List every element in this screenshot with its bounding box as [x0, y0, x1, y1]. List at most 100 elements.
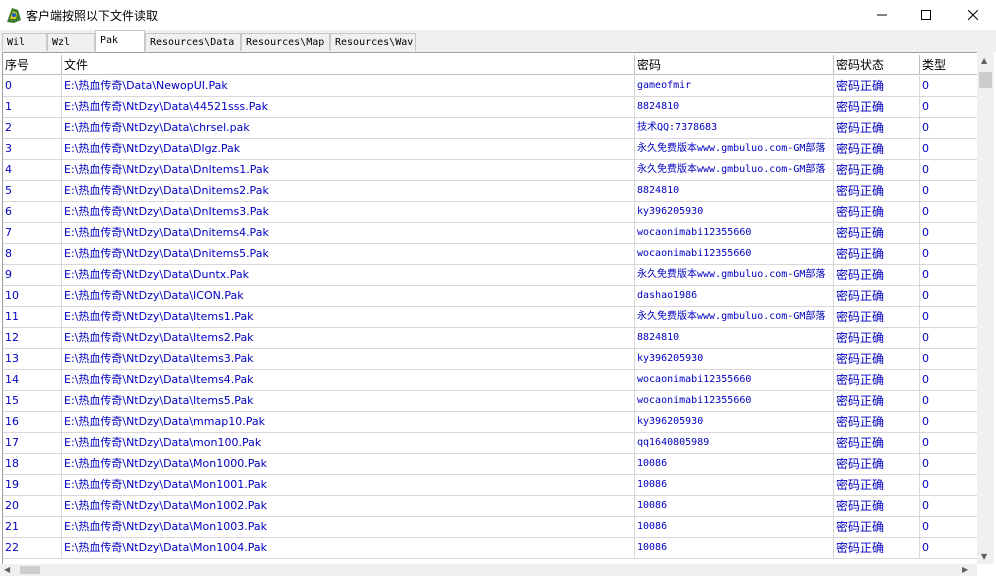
- cell-type: 0: [920, 76, 978, 97]
- cell-file: E:\热血传奇\NtDzy\Data\Items4.Pak: [62, 370, 635, 391]
- cell-index: 9: [3, 265, 62, 286]
- cell-index: 14: [3, 370, 62, 391]
- column-header-status[interactable]: 密码状态: [834, 55, 920, 75]
- column-header-file[interactable]: 文件: [62, 55, 635, 75]
- table-row[interactable]: 16 E:\热血传奇\NtDzy\Data\mmap10.Pak ky3962059…: [3, 412, 978, 433]
- cell-password: 技术QQ:7378683: [635, 118, 834, 139]
- cell-password: 永久免费版本www.gmbuluo.com-GM部落: [635, 139, 834, 160]
- scroll-up-icon[interactable]: ▲: [981, 56, 987, 65]
- minimize-button[interactable]: [859, 0, 905, 30]
- table-row[interactable]: 20 E:\热血传奇\NtDzy\Data\Mon1002.Pak 10086 密码正…: [3, 496, 978, 517]
- cell-status: 密码正确: [834, 76, 920, 97]
- table-row[interactable]: 12 E:\热血传奇\NtDzy\Data\Items2.Pak 8824810 密码…: [3, 328, 978, 349]
- table-row[interactable]: 13 E:\热血传奇\NtDzy\Data\Items3.Pak ky3962059…: [3, 349, 978, 370]
- cell-type: 0: [920, 412, 978, 433]
- title-bar: 客户端按照以下文件读取: [0, 0, 996, 30]
- cell-index: 0: [3, 76, 62, 97]
- cell-file: E:\热血传奇\NtDzy\Data\Dnitems4.Pak: [62, 223, 635, 244]
- table-row[interactable]: 2 E:\热血传奇\NtDzy\Data\chrsel.pak 技术QQ:73786…: [3, 118, 978, 139]
- maximize-button[interactable]: [903, 0, 949, 30]
- cell-file: E:\热血传奇\NtDzy\Data\mmap10.Pak: [62, 412, 635, 433]
- table-row[interactable]: 5 E:\热血传奇\NtDzy\Data\Dnitems2.Pak 8824810 密…: [3, 181, 978, 202]
- table-row[interactable]: 0 E:\热血传奇\Data\NewopUI.Pak gameofmir 密码正确 0: [3, 76, 978, 97]
- table-row[interactable]: 11 E:\热血传奇\NtDzy\Data\Items1.Pak 永久免费版本www…: [3, 307, 978, 328]
- cell-index: 16: [3, 412, 62, 433]
- cell-type: 0: [920, 139, 978, 160]
- tab-wzl[interactable]: Wzl: [47, 33, 95, 51]
- table-row[interactable]: 1 E:\热血传奇\NtDzy\Data\44521sss.Pak 8824810 密…: [3, 97, 978, 118]
- vertical-scrollbar[interactable]: ▲ ▼: [977, 52, 994, 564]
- cell-status: 密码正确: [834, 118, 920, 139]
- cell-index: 11: [3, 307, 62, 328]
- table-row[interactable]: 7 E:\热血传奇\NtDzy\Data\Dnitems4.Pak wocaonim…: [3, 223, 978, 244]
- cell-status: 密码正确: [834, 454, 920, 475]
- cell-password: 永久免费版本www.gmbuluo.com-GM部落: [635, 160, 834, 181]
- table-row[interactable]: 22 E:\热血传奇\NtDzy\Data\Mon1004.Pak 10086 密码正…: [3, 538, 978, 559]
- scroll-left-icon[interactable]: ◀: [4, 565, 10, 574]
- scroll-right-icon[interactable]: ▶: [962, 565, 968, 574]
- scroll-down-icon[interactable]: ▼: [981, 552, 987, 561]
- table-row[interactable]: 19 E:\热血传奇\NtDzy\Data\Mon1001.Pak 10086 密码正…: [3, 475, 978, 496]
- cell-password: qq1640805989: [635, 433, 834, 454]
- cell-status: 密码正确: [834, 160, 920, 181]
- cell-status: 密码正确: [834, 265, 920, 286]
- horizontal-scrollbar[interactable]: ◀ ▶: [0, 564, 977, 576]
- cell-status: 密码正确: [834, 370, 920, 391]
- cell-index: 3: [3, 139, 62, 160]
- cell-password: wocaonimabi12355660: [635, 391, 834, 412]
- cell-password: ky396205930: [635, 202, 834, 223]
- tab-wil[interactable]: Wil: [2, 33, 47, 51]
- cell-type: 0: [920, 244, 978, 265]
- table-row[interactable]: 18 E:\热血传奇\NtDzy\Data\Mon1000.Pak 10086 密码正…: [3, 454, 978, 475]
- cell-index: 5: [3, 181, 62, 202]
- cell-index: 10: [3, 286, 62, 307]
- cell-type: 0: [920, 160, 978, 181]
- cell-type: 0: [920, 496, 978, 517]
- column-header-password[interactable]: 密码: [635, 55, 834, 75]
- cell-type: 0: [920, 370, 978, 391]
- close-button[interactable]: [950, 0, 996, 30]
- table-row[interactable]: 17 E:\热血传奇\NtDzy\Data\mon100.Pak qq1640805…: [3, 433, 978, 454]
- table-row[interactable]: 15 E:\热血传奇\NtDzy\Data\Items5.Pak wocaonima…: [3, 391, 978, 412]
- cell-file: E:\热血传奇\NtDzy\Data\44521sss.Pak: [62, 97, 635, 118]
- cell-index: 19: [3, 475, 62, 496]
- cell-password: 10086: [635, 475, 834, 496]
- tab-resources-map[interactable]: Resources\Map: [241, 33, 330, 51]
- cell-password: 8824810: [635, 181, 834, 202]
- table-row[interactable]: 6 E:\热血传奇\NtDzy\Data\DnItems3.Pak ky396205…: [3, 202, 978, 223]
- table-row[interactable]: 9 E:\热血传奇\NtDzy\Data\Duntx.Pak 永久免费版本www.g…: [3, 265, 978, 286]
- cell-index: 6: [3, 202, 62, 223]
- column-header-index[interactable]: 序号: [3, 55, 62, 75]
- column-header-type[interactable]: 类型: [920, 55, 978, 75]
- cell-file: E:\热血传奇\NtDzy\Data\Mon1000.Pak: [62, 454, 635, 475]
- tab-resources-data[interactable]: Resources\Data: [145, 33, 241, 51]
- cell-index: 18: [3, 454, 62, 475]
- cell-index: 2: [3, 118, 62, 139]
- cell-status: 密码正确: [834, 244, 920, 265]
- table-row[interactable]: 14 E:\热血传奇\NtDzy\Data\Items4.Pak wocaonima…: [3, 370, 978, 391]
- cell-file: E:\热血传奇\NtDzy\Data\Dnitems5.Pak: [62, 244, 635, 265]
- app-icon: [7, 8, 21, 23]
- cell-type: 0: [920, 307, 978, 328]
- cell-type: 0: [920, 286, 978, 307]
- cell-password: 10086: [635, 454, 834, 475]
- vertical-scroll-thumb[interactable]: [979, 72, 992, 88]
- cell-status: 密码正确: [834, 517, 920, 538]
- table-row[interactable]: 21 E:\热血传奇\NtDzy\Data\Mon1003.Pak 10086 密码正…: [3, 517, 978, 538]
- cell-file: E:\热血传奇\NtDzy\Data\Duntx.Pak: [62, 265, 635, 286]
- cell-index: 12: [3, 328, 62, 349]
- cell-type: 0: [920, 97, 978, 118]
- horizontal-scroll-thumb[interactable]: [20, 566, 40, 574]
- cell-type: 0: [920, 328, 978, 349]
- tab-pak[interactable]: Pak: [95, 30, 145, 52]
- cell-password: wocaonimabi12355660: [635, 370, 834, 391]
- cell-type: 0: [920, 349, 978, 370]
- table-row[interactable]: 4 E:\热血传奇\NtDzy\Data\DnItems1.Pak 永久免费版本ww…: [3, 160, 978, 181]
- table-row[interactable]: 10 E:\热血传奇\NtDzy\Data\ICON.Pak dashao1986 密…: [3, 286, 978, 307]
- cell-index: 17: [3, 433, 62, 454]
- table-row[interactable]: 8 E:\热血传奇\NtDzy\Data\Dnitems5.Pak wocaonim…: [3, 244, 978, 265]
- tab-resources-wav[interactable]: Resources\Wav: [330, 33, 416, 51]
- table-row[interactable]: 3 E:\热血传奇\NtDzy\Data\Dlgz.Pak 永久免费版本www.gm…: [3, 139, 978, 160]
- cell-password: 8824810: [635, 97, 834, 118]
- table-header: 序号 文件 密码 密码状态 类型: [3, 55, 978, 75]
